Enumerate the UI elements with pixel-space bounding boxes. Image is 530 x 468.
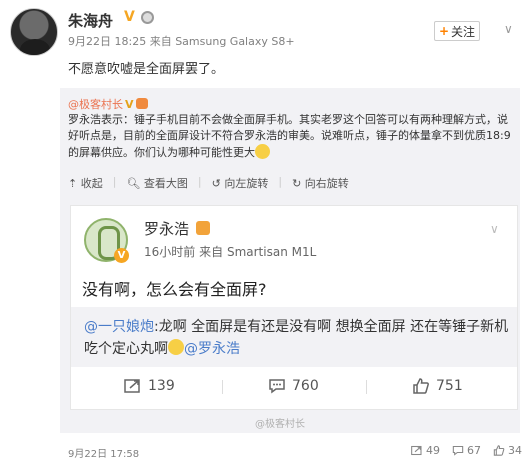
comment-button[interactable]: 67 [452,444,481,457]
plus-icon: + [438,24,450,38]
original-author-link[interactable]: @极客村长 [68,98,123,111]
rotate-left-button[interactable]: ↺ 向左旋转 [212,175,269,191]
mention-link: @一只娘炮 [84,319,154,335]
comment-icon [269,379,285,394]
thumbs-up-icon [493,445,505,456]
medal-icon [196,221,210,235]
avatar[interactable] [10,8,58,56]
card-comment-stat: 760 [268,378,319,394]
collapse-button[interactable]: ⇡ 收起 [68,175,103,191]
verified-v-icon: V [114,248,129,263]
card-forward-stat: 139 [124,378,175,394]
original-post-body: 罗永浩表示：锤子手机目前不会做全面屏手机。其实老罗这个回答可以有两种理解方式，说… [68,113,511,159]
footer-actions: 49 67 34 [411,444,522,457]
card-text: 没有啊，怎么会有全面屏? [82,280,267,299]
original-author-line: @极客村长 V [68,96,148,112]
card-meta: 16小时前 来自 Smartisan M1L [144,243,316,260]
verified-v-icon: V [125,98,134,111]
forward-icon [411,445,422,456]
chevron-down-icon[interactable]: ∨ [504,22,513,36]
card-like-stat: 751 [412,378,463,394]
emoji-icon [255,144,270,159]
watermark: @极客村长 [255,419,305,430]
medal-icon [141,11,154,24]
post-text: 不愿意吹嘘是全面屏罢了。 [68,62,225,77]
post-meta: 9月22日 18:25 来自 Samsung Galaxy S8+ [68,33,295,49]
like-button[interactable]: 34 [493,444,522,457]
mention-link: @罗永浩 [184,341,240,357]
forward-icon [124,379,140,393]
image-toolbar: ⇡ 收起 | 🔍︎ 查看大图 | ↺ 向左旋转 | ↻ 向右旋转 [68,175,349,191]
follow-button[interactable]: + 关注 [434,21,480,41]
card-source: Smartisan M1L [226,245,317,259]
card-time: 16小时前 [144,245,196,259]
divider [222,380,223,394]
repost-date[interactable]: 9月22日 17:58 [68,445,139,460]
comment-icon [452,445,464,456]
chevron-down-icon: ∨ [490,222,499,236]
divider [366,380,367,394]
card-source-prefix: 来自 [199,245,224,259]
post-timestamp[interactable]: 9月22日 18:25 [68,35,146,48]
source-prefix: 来自 [149,35,172,48]
card-author-name: 罗永浩 [144,220,190,238]
verified-v-icon: V [124,9,135,25]
emoji-icon [168,339,184,355]
rotate-right-button[interactable]: ↻ 向右旋转 [292,175,349,191]
forward-button[interactable]: 49 [411,444,440,457]
card-quote-text: @一只娘炮:龙啊 全面屏是有还是没有啊 想换全面屏 还在等锤子新机 吃个定心丸啊… [84,316,509,360]
thumbs-up-icon [413,378,429,394]
follow-label: 关注 [451,24,476,39]
view-large-button[interactable]: 🔍︎ 查看大图 [126,175,187,191]
author-name[interactable]: 朱海舟 [68,10,113,31]
original-post-text: 罗永浩表示：锤子手机目前不会做全面屏手机。其实老罗这个回答可以有两种理解方式，说… [68,112,518,161]
post-source[interactable]: Samsung Galaxy S8+ [175,35,294,48]
medal-icon [135,98,148,109]
